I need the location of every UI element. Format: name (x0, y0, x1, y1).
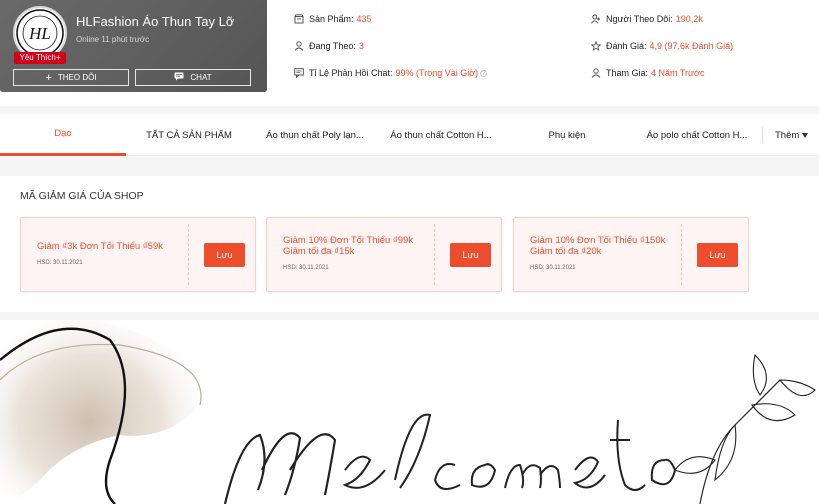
script-m (504, 463, 561, 489)
chat-bubble-icon (292, 68, 306, 78)
tab-cotton-shirts[interactable]: Áo thun chất Cotton H... (378, 114, 504, 156)
voucher-save-button[interactable]: Lưu (450, 243, 491, 267)
stat-following-label: Đang Theo: (309, 41, 356, 51)
voucher-save-button[interactable]: Lưu (204, 243, 245, 267)
script-o2 (650, 458, 677, 486)
voucher-line2: Giảm tối đa ₫20k (530, 246, 602, 257)
tab-accessories[interactable]: Phụ kiện (504, 114, 630, 156)
chat-icon (174, 72, 184, 83)
voucher-card: Giảm 10% Đơn Tối Thiểu ₫150k Giảm tối đa… (513, 217, 749, 292)
stat-chat-rate-value: 99% (Trong Vài Giờ) (395, 68, 479, 78)
voucher-line1: Giảm ₫3k Đơn Tối Thiểu ₫59k (37, 241, 163, 252)
stat-following-value: 3 (358, 41, 364, 51)
stat-rating-label: Đánh Giá: (606, 41, 647, 51)
stat-chat-rate-label: Tỉ Lệ Phản Hồi Chat: (309, 68, 393, 78)
shop-page: HL Yêu Thích+ HLFashion Áo Thun Tay Lỡ O… (0, 0, 819, 504)
banner-welcome-text: Welcome to (420, 500, 426, 503)
followers-icon (589, 14, 603, 24)
user-icon (292, 41, 306, 51)
script-c (433, 463, 461, 490)
stat-joined: Tham Gia: 4 Năm Trước (589, 68, 704, 78)
tab-poly-shirts[interactable]: Áo thun chất Poly lạn... (252, 114, 378, 156)
person-icon (589, 68, 603, 78)
stat-chat-rate: Tỉ Lệ Phản Hồi Chat: 99% (Trong Vài Giờ)… (292, 68, 488, 78)
shop-card: HL Yêu Thích+ HLFashion Áo Thun Tay Lỡ O… (0, 0, 267, 92)
svg-text:HL: HL (28, 24, 51, 43)
script-o (470, 463, 497, 488)
stat-joined-label: Tham Gia: (606, 68, 649, 78)
stat-followers-label: Người Theo Dõi: (606, 14, 673, 24)
voucher-expiry: HSD: 30.11.2021 (530, 265, 576, 271)
stat-rating-value: 4,9 (97,6k Đánh Giá) (649, 41, 734, 51)
leaf-stem (699, 379, 781, 504)
stat-followers-value: 190,2k (675, 14, 703, 24)
voucher-save-button[interactable]: Lưu (697, 243, 738, 267)
chat-button[interactable]: CHAT (135, 69, 251, 86)
plus-icon: + (45, 71, 52, 84)
tab-polo-shirts[interactable]: Áo polo chất Cotton H... (630, 114, 764, 156)
stat-followers: Người Theo Dõi: 190,2k (589, 14, 703, 24)
voucher-line1: Giảm 10% Đơn Tối Thiểu ₫99k (283, 235, 414, 246)
follow-label: THEO DÕI (57, 73, 97, 82)
follow-button[interactable]: + THEO DÕI (13, 69, 129, 86)
leaf-3 (752, 353, 767, 396)
caret-down-icon (802, 132, 809, 138)
stat-products: Sản Phẩm: 435 (292, 14, 372, 24)
voucher-title: Giảm 10% Đơn Tối Thiểu ₫99k Giảm tối đa … (283, 235, 433, 257)
voucher-expiry: HSD: 30.11.2021 (283, 265, 329, 271)
script-l (394, 413, 432, 489)
leaf-1 (714, 423, 737, 482)
voucher-card: Giảm 10% Đơn Tối Thiểu ₫99k Giảm tối đa … (266, 217, 502, 292)
leaf-5 (778, 379, 816, 397)
info-icon[interactable]: ? (480, 69, 488, 77)
tab-all-products[interactable]: TẤT CẢ SẢN PHẨM (126, 114, 252, 156)
stat-rating: Đánh Giá: 4,9 (97,6k Đánh Giá) (589, 41, 733, 51)
voucher-title: Giảm ₫3k Đơn Tối Thiểu ₫59k (37, 241, 187, 252)
shop-name: HLFashion Áo Thun Tay Lỡ (76, 14, 235, 29)
script-e (342, 455, 386, 489)
tab-more[interactable]: Thêm (762, 127, 819, 143)
voucher-line2: Giảm tối đa ₫15k (283, 246, 355, 257)
voucher-card: Giảm ₫3k Đơn Tối Thiểu ₫59k HSD: 30.11.2… (20, 217, 256, 292)
star-icon (589, 41, 603, 51)
shop-icon (292, 14, 306, 24)
voucher-line1: Giảm 10% Đơn Tối Thiểu ₫150k (530, 235, 666, 246)
tab-home[interactable]: Dạo (0, 114, 126, 156)
leaf-2 (751, 403, 796, 422)
shop-logo-icon: HL (16, 9, 64, 57)
preferred-badge: Yêu Thích+ (14, 52, 66, 64)
stat-joined-value: 4 Năm Trước (651, 68, 705, 78)
stat-products-value: 435 (356, 14, 372, 24)
shop-header: HL Yêu Thích+ HLFashion Áo Thun Tay Lỡ O… (0, 0, 819, 106)
chat-label: CHAT (190, 73, 212, 82)
stat-following: Đang Theo: 3 (292, 41, 364, 51)
watercolor-wash (0, 320, 199, 504)
voucher-title: Giảm 10% Đơn Tối Thiểu ₫150k Giảm tối đa… (530, 235, 680, 257)
voucher-expiry: HSD: 30.11.2021 (37, 260, 83, 266)
script-e2 (572, 456, 606, 489)
voucher-section: MÃ GIẢM GIÁ CỦA SHOP Giảm ₫3k Đơn Tối Th… (0, 176, 819, 312)
voucher-section-title: MÃ GIẢM GIÁ CỦA SHOP (20, 190, 144, 202)
stat-products-label: Sản Phẩm: (309, 14, 354, 24)
script-t (610, 419, 646, 491)
shop-tabs: Dạo TẤT CẢ SẢN PHẨM Áo thun chất Poly lạ… (0, 114, 819, 156)
script-w (223, 432, 337, 504)
welcome-banner-art: Welcome to (0, 320, 816, 504)
online-status: Online 11 phút trước (76, 35, 150, 44)
tab-more-label: Thêm (775, 129, 800, 141)
shop-banner: Welcome to (0, 320, 819, 504)
